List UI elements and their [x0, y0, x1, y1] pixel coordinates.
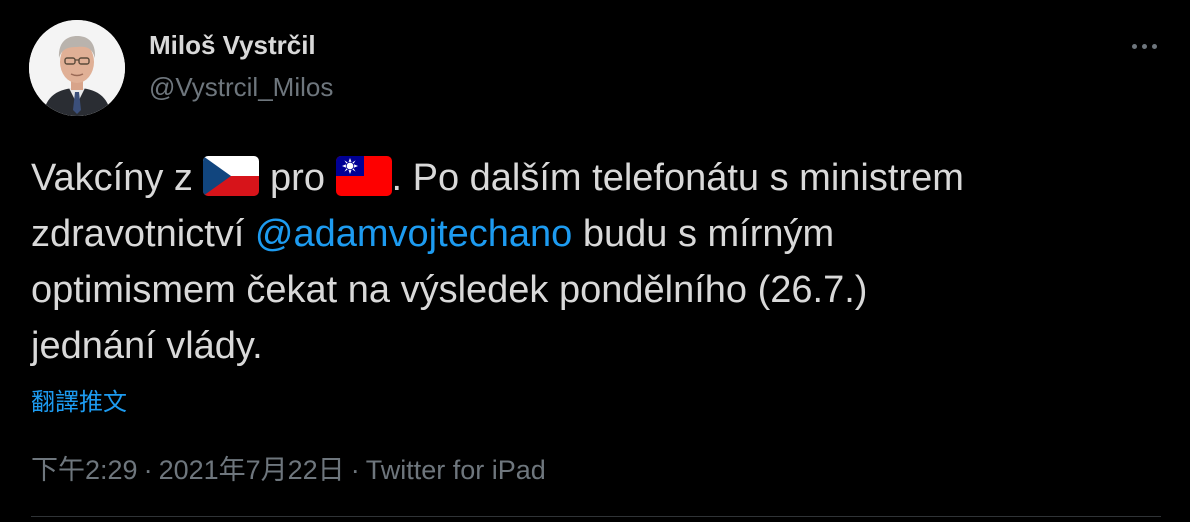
tweet-text: Vakcíny z pro . Po dalším telefonátu s m…: [31, 150, 1151, 374]
czech-flag-icon: [203, 156, 260, 196]
divider: [31, 516, 1161, 517]
author-handle[interactable]: @Vystrcil_Milos: [149, 72, 333, 103]
tweet-line: jednání vlády.: [31, 325, 263, 367]
more-options-button[interactable]: [1122, 30, 1166, 62]
portrait-avatar-icon: [29, 20, 125, 116]
taiwan-flag-icon: [335, 156, 392, 196]
avatar[interactable]: [29, 20, 125, 116]
more-horizontal-icon: [1141, 43, 1147, 49]
meta-separator: ·: [350, 455, 360, 485]
more-horizontal-icon: [1151, 43, 1157, 49]
tweet-line: optimismem čekat na výsledek pondělního …: [31, 269, 868, 311]
tweet-text-segment: . Po dalším telefonátu s ministrem: [391, 157, 964, 199]
tweet-card: Miloš Vystrčil @Vystrcil_Milos Vakcíny z…: [0, 0, 1190, 522]
more-horizontal-icon: [1131, 43, 1137, 49]
translate-tweet-link[interactable]: 翻譯推文: [31, 382, 127, 417]
mention-link[interactable]: @adamvojtechano: [255, 213, 572, 255]
tweet-line: Vakcíny z pro . Po dalším telefonátu s m…: [31, 150, 1151, 206]
tweet-source-link[interactable]: Twitter for iPad: [366, 455, 546, 485]
author-display-name[interactable]: Miloš Vystrčil: [149, 30, 316, 61]
tweet-text-segment: zdravotnictví: [31, 213, 255, 255]
tweet-date[interactable]: 2021年7月22日: [159, 455, 345, 485]
meta-separator: ·: [143, 455, 153, 485]
tweet-time[interactable]: 下午2:29: [31, 455, 138, 485]
tweet-text-segment: budu s mírným: [572, 213, 835, 255]
tweet-meta: 下午2:29 · 2021年7月22日 · Twitter for iPad: [31, 448, 546, 487]
tweet-text-segment: Vakcíny z: [31, 157, 204, 199]
tweet-line: zdravotnictví @adamvojtechano budu s mír…: [31, 206, 1151, 262]
tweet-text-segment: pro: [259, 157, 336, 199]
